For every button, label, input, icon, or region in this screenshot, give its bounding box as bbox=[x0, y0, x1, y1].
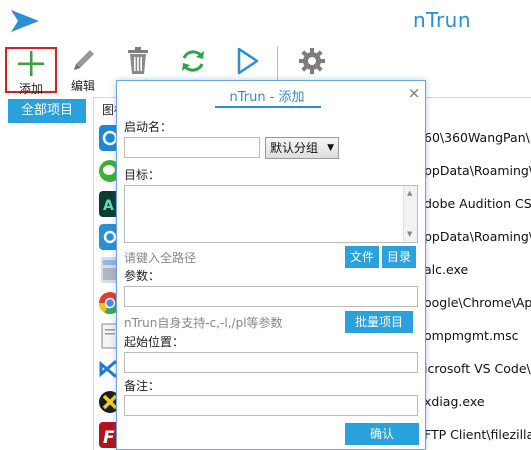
svg-text:F: F bbox=[103, 428, 115, 448]
scroll-up-icon[interactable]: ▲ bbox=[407, 189, 412, 197]
dialog-title-underline bbox=[215, 106, 321, 108]
refresh-icon bbox=[182, 50, 204, 72]
group-select-value: 默认分组 bbox=[270, 141, 319, 155]
params-label: 参数： bbox=[124, 269, 161, 283]
note-input[interactable] bbox=[124, 395, 418, 416]
list-item-path: ppData\Roaming\ bbox=[424, 229, 531, 244]
svg-text:A: A bbox=[103, 198, 114, 214]
edit-button[interactable]: 编辑 bbox=[58, 44, 108, 94]
target-hint: 请键入全路径 bbox=[124, 251, 197, 265]
chevron-down-icon: ▼ bbox=[327, 143, 334, 153]
add-button-label: 添加 bbox=[18, 82, 43, 96]
add-button[interactable]: 添加 bbox=[5, 47, 57, 96]
params-input[interactable] bbox=[124, 286, 418, 307]
target-scrollbar[interactable]: ▲ ▼ bbox=[403, 186, 417, 242]
play-icon bbox=[237, 47, 259, 75]
gear-icon bbox=[299, 48, 325, 74]
file-button[interactable]: 文件 bbox=[345, 246, 379, 268]
target-textarea[interactable]: ▲ ▼ bbox=[124, 185, 418, 243]
batch-items-button[interactable]: 批量项目 bbox=[345, 311, 413, 333]
title-bar: nTrun bbox=[0, 0, 531, 42]
edit-button-label: 编辑 bbox=[70, 79, 95, 93]
close-icon[interactable]: × bbox=[406, 85, 422, 101]
list-item-path: oogle\Chrome\Ap bbox=[424, 295, 531, 310]
confirm-button[interactable]: 确认 bbox=[345, 423, 419, 445]
trash-icon bbox=[128, 47, 148, 74]
list-item-path: ppData\Roaming\ bbox=[424, 163, 531, 178]
target-label: 目标： bbox=[124, 168, 161, 182]
group-tab-all[interactable]: 全部项目 bbox=[8, 99, 86, 123]
list-item-path: ompmgmt.msc bbox=[424, 328, 519, 343]
list-item-path: dobe Audition CS6 bbox=[424, 196, 531, 211]
name-label: 启动名： bbox=[124, 120, 173, 134]
list-item-path: 60\360WangPan\36 bbox=[424, 130, 531, 145]
app-title: nTrun bbox=[413, 8, 472, 32]
scroll-down-icon[interactable]: ▼ bbox=[407, 230, 412, 238]
list-item-path: FTP Client\filezilla. bbox=[424, 427, 531, 442]
name-input[interactable] bbox=[124, 137, 260, 158]
list-item-path: icrosoft VS Code\ bbox=[424, 361, 531, 376]
start-position-label: 起始位置： bbox=[124, 335, 185, 349]
dialog-header[interactable]: nTrun - 添加 × bbox=[117, 81, 425, 109]
dialog-title: nTrun - 添加 bbox=[229, 90, 305, 105]
params-hint: nTrun自身支持-c,-l,/pl等参数 bbox=[124, 316, 283, 330]
start-position-input[interactable] bbox=[124, 352, 418, 373]
group-select[interactable]: 默认分组 ▼ bbox=[265, 137, 339, 159]
note-label: 备注： bbox=[124, 379, 161, 393]
directory-button[interactable]: 目录 bbox=[382, 246, 416, 268]
plus-icon bbox=[18, 51, 44, 76]
app-logo-icon bbox=[11, 10, 39, 32]
list-item-path: alc.exe bbox=[424, 262, 469, 277]
list-item-path: xdiag.exe bbox=[424, 394, 485, 409]
pencil-icon bbox=[74, 50, 94, 70]
add-dialog: nTrun - 添加 × 启动名： 默认分组 ▼ 目标： ▲ ▼ 请键入全路径 … bbox=[116, 80, 426, 450]
